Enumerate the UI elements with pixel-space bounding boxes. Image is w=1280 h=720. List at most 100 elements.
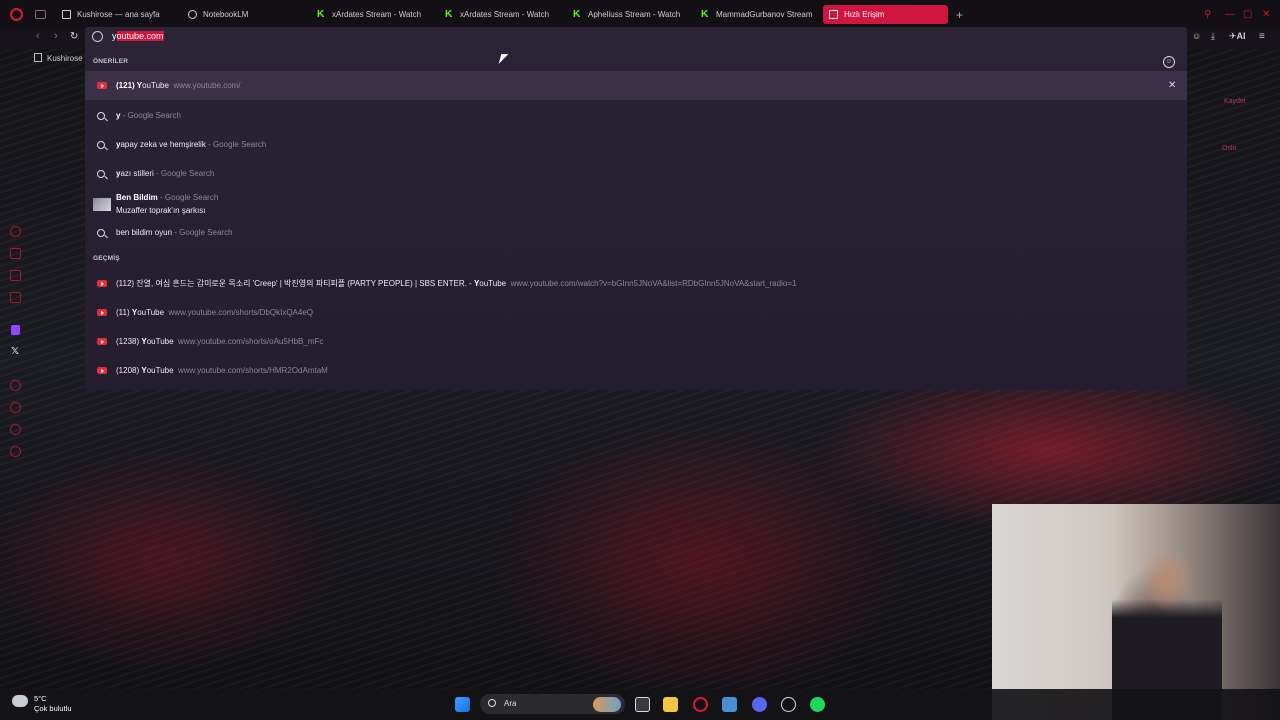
- tab-label: xArdates Stream - Watch: [460, 10, 550, 19]
- sidebar-wallet-icon[interactable]: [10, 248, 21, 259]
- forward-icon[interactable]: ›: [54, 30, 58, 42]
- suggestions-heading: ÖNERİLER: [93, 58, 129, 65]
- sidebar-history-icon[interactable]: [10, 402, 21, 413]
- opera-logo-icon[interactable]: [10, 8, 23, 21]
- history-row[interactable]: (11) YouTube www.youtube.com/shorts/DbQk…: [85, 298, 1187, 327]
- suggestion-text: Ben Bildim - Google Search: [116, 193, 219, 202]
- speed-dial-ghost-2: Oslo: [1222, 145, 1237, 152]
- suggestion-row[interactable]: y - Google Search: [85, 101, 1187, 130]
- youtube-icon: [97, 367, 107, 374]
- sidebar-flow-icon[interactable]: [10, 226, 21, 237]
- tab-bar: Kushirose — ana sayfa NotebookLM K xArda…: [0, 0, 1280, 29]
- tab-kushirose[interactable]: Kushirose — ana sayfa: [56, 5, 181, 24]
- suggestion-row-rich[interactable]: Ben Bildim - Google Search Muzaffer topr…: [85, 188, 1187, 222]
- aria-ai-button[interactable]: ✈AI: [1229, 31, 1246, 42]
- kick-icon: K: [445, 9, 453, 20]
- history-row[interactable]: (112) 잔열, 여심 흔드는 감미로운 목소리 'Creep' | 박진영의…: [85, 269, 1187, 298]
- address-typed-text: y: [112, 31, 117, 41]
- tab-label: NotebookLM: [203, 10, 249, 19]
- taskbar-search-label: Ara: [504, 699, 517, 708]
- search-icon: [97, 169, 105, 178]
- new-tab-button[interactable]: +: [950, 5, 969, 24]
- emoji-icon[interactable]: ☺: [1163, 56, 1175, 68]
- search-highlight-icon: [593, 697, 621, 712]
- suggestion-row[interactable]: ben bildim oyun - Google Search: [85, 218, 1187, 247]
- suggestion-text: ben bildim oyun - Google Search: [116, 228, 233, 237]
- task-view-icon[interactable]: [635, 697, 650, 712]
- sidebar-gx-icon[interactable]: [10, 270, 21, 281]
- workspaces-icon[interactable]: [35, 10, 46, 19]
- tab-label: Apheliuss Stream - Watch: [588, 10, 681, 19]
- sidebar-mail-icon[interactable]: [10, 292, 21, 303]
- discord-icon[interactable]: [752, 697, 767, 712]
- address-text[interactable]: youtube.com: [112, 31, 164, 41]
- back-icon[interactable]: ‹: [36, 30, 40, 42]
- history-text: (11) YouTube www.youtube.com/shorts/DbQk…: [116, 308, 313, 317]
- tab-favicon-icon: [62, 10, 71, 19]
- sidebar-settings-icon[interactable]: [10, 446, 21, 457]
- youtube-icon: [97, 309, 107, 316]
- suggestion-text: yazı stilleri - Google Search: [116, 169, 215, 178]
- profile-icon[interactable]: ☺: [1192, 31, 1201, 41]
- weather-condition: Çok bulutlu: [34, 704, 72, 713]
- tab-hizli-erisim[interactable]: Hızlı Erişim: [823, 5, 948, 24]
- bookmark-page-icon: [34, 53, 42, 62]
- search-icon: [97, 228, 105, 237]
- suggestion-row[interactable]: yazı stilleri - Google Search: [85, 159, 1187, 188]
- tab-notebooklm[interactable]: NotebookLM: [182, 5, 302, 24]
- weather-widget[interactable]: 5°C Çok bulutlu: [34, 694, 72, 714]
- tab-label: MammadGurbanov Stream: [716, 10, 813, 19]
- tab-label: Kushirose — ana sayfa: [77, 10, 160, 19]
- history-text: (1208) YouTube www.youtube.com/shorts/HM…: [116, 366, 328, 375]
- bookmark-kushirose[interactable]: Kushirose: [34, 53, 83, 63]
- suggestion-row[interactable]: yapay zeka ve hemşirelik - Google Search: [85, 130, 1187, 159]
- search-icon: [97, 140, 105, 149]
- kick-icon: K: [573, 9, 581, 20]
- tab-search-icon[interactable]: ⚲: [1204, 9, 1211, 20]
- kick-icon: K: [317, 9, 325, 20]
- speed-dial-ghost-1: Kaydet: [1224, 98, 1246, 105]
- weather-cloud-icon[interactable]: [12, 695, 28, 707]
- history-clock-icon: [92, 31, 103, 42]
- tab-label: Hızlı Erişim: [844, 10, 885, 19]
- address-input[interactable]: [85, 27, 1187, 47]
- start-button-icon[interactable]: [455, 697, 470, 712]
- remove-suggestion-icon[interactable]: ✕: [1168, 80, 1176, 91]
- weather-temperature: 5°C: [34, 694, 47, 703]
- tab-mammadgurbanov[interactable]: K MammadGurbanov Stream: [695, 5, 817, 24]
- sidebar-twitch-icon[interactable]: [11, 325, 20, 335]
- sidebar-chat-icon[interactable]: [10, 424, 21, 435]
- suggestion-thumbnail: [93, 198, 111, 211]
- sidebar-x-icon[interactable]: 𝕏: [11, 346, 22, 357]
- obs-icon[interactable]: [781, 697, 796, 712]
- kick-icon: K: [701, 9, 709, 20]
- tab-label: xArdates Stream - Watch: [332, 10, 422, 19]
- reload-icon[interactable]: ↻: [70, 31, 78, 42]
- suggestion-subtitle: Muzaffer toprak'ın şarkısı: [116, 206, 206, 215]
- opera-gx-taskbar-icon[interactable]: [693, 697, 708, 712]
- maximize-icon[interactable]: ▢: [1243, 9, 1252, 20]
- menu-icon[interactable]: ≡: [1259, 31, 1265, 42]
- minimize-icon[interactable]: —: [1225, 9, 1235, 20]
- history-heading: GEÇMİŞ: [93, 255, 120, 262]
- address-autocomplete-text: outube.com: [116, 31, 164, 41]
- sidebar-player-icon[interactable]: [10, 380, 21, 391]
- history-text: (112) 잔열, 여심 흔드는 감미로운 목소리 'Creep' | 박진영의…: [116, 279, 797, 288]
- suggestion-text: y - Google Search: [116, 111, 181, 120]
- history-row[interactable]: (1208) YouTube www.youtube.com/shorts/HM…: [85, 356, 1187, 385]
- suggestion-row[interactable]: (121) YouTube www.youtube.com/ ✕: [85, 71, 1187, 100]
- steam-icon[interactable]: [722, 697, 737, 712]
- tab-xardates-2[interactable]: K xArdates Stream - Watch: [439, 5, 561, 24]
- youtube-icon: [97, 280, 107, 287]
- notebooklm-icon: [188, 10, 197, 19]
- history-row[interactable]: (1238) YouTube www.youtube.com/shorts/oA…: [85, 327, 1187, 356]
- download-icon[interactable]: ⤓: [1211, 31, 1215, 42]
- webcam-overlay: [992, 504, 1280, 720]
- tab-xardates-1[interactable]: K xArdates Stream - Watch: [311, 5, 433, 24]
- spotify-icon[interactable]: [810, 697, 825, 712]
- close-window-icon[interactable]: ✕: [1262, 9, 1270, 20]
- search-icon: [488, 699, 496, 707]
- tab-apheliuss[interactable]: K Apheliuss Stream - Watch: [567, 5, 689, 24]
- suggestion-text: (121) YouTube www.youtube.com/: [116, 81, 241, 90]
- file-explorer-icon[interactable]: [663, 697, 678, 712]
